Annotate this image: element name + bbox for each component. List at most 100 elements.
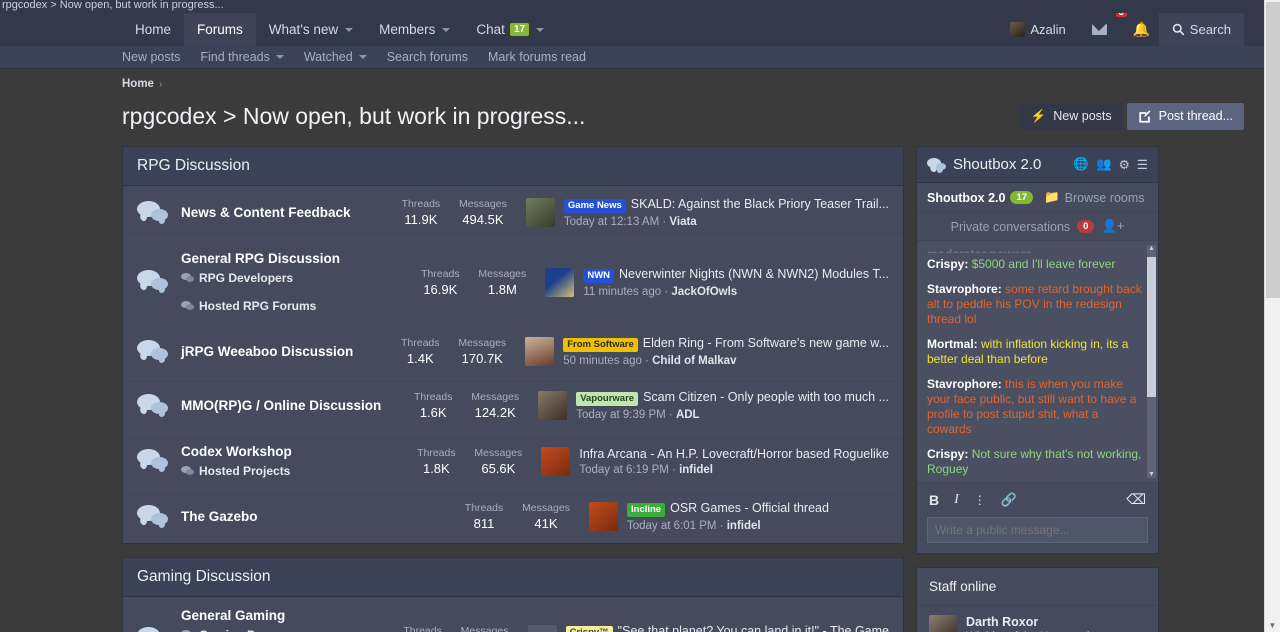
private-conversations-row[interactable]: Private conversations 0 👤+ bbox=[917, 213, 1158, 241]
shoutbox-scroll-down-arrow[interactable]: ▼ bbox=[1147, 471, 1156, 478]
shoutbox-message-author[interactable]: Mortmal: bbox=[927, 337, 978, 351]
shoutbox-widget: Shoutbox 2.0 🌐 👥 ⚙ ☰ Shoutbox 2.0 17 📁 B… bbox=[916, 146, 1159, 554]
user-menu-button[interactable]: Azalin bbox=[997, 13, 1078, 46]
search-button[interactable]: Search bbox=[1158, 13, 1244, 46]
more-options-icon[interactable]: ⋮ bbox=[974, 493, 986, 507]
alerts-button[interactable]: 🔔 3 bbox=[1115, 13, 1159, 46]
subforum-link[interactable]: RPG Developers bbox=[181, 271, 293, 285]
link-icon[interactable]: 🔗 bbox=[1001, 492, 1017, 508]
forum-row[interactable]: General Gaming Gaming Drama Giftstravaga… bbox=[123, 597, 903, 632]
shoutbox-message-author[interactable]: Stavrophore: bbox=[927, 377, 1002, 391]
forum-row[interactable]: The Gazebo Threads 811 Messages 41K Incl… bbox=[123, 490, 903, 543]
avatar[interactable] bbox=[525, 337, 555, 366]
italic-icon[interactable]: I bbox=[954, 492, 959, 508]
avatar[interactable] bbox=[525, 198, 555, 227]
thread-prefix-badge[interactable]: Incline bbox=[627, 503, 666, 517]
thread-title[interactable]: Infra Arcana - An H.P. Lovecraft/Horror … bbox=[579, 447, 889, 461]
forum-row[interactable]: General RPG Discussion RPG Developers Ho… bbox=[123, 240, 903, 325]
thread-prefix-badge[interactable]: Vapourware bbox=[576, 392, 639, 406]
avatar[interactable] bbox=[545, 267, 575, 297]
thread-title[interactable]: Neverwinter Nights (NWN & NWN2) Modules … bbox=[619, 267, 889, 281]
compose-icon bbox=[1138, 110, 1151, 123]
avatar-placeholder[interactable]: ? bbox=[527, 624, 557, 632]
threads-stat: Threads 10K bbox=[392, 625, 454, 632]
subnav-item-new-posts[interactable]: New posts bbox=[122, 50, 190, 64]
thread-author[interactable]: infidel bbox=[679, 464, 713, 476]
thread-prefix-badge[interactable]: Game News bbox=[563, 199, 626, 213]
subnav-item-mark-forums-read[interactable]: Mark forums read bbox=[478, 50, 596, 64]
forum-bubbles-icon bbox=[137, 200, 171, 225]
shoutbox-scrollbar[interactable]: ▲ ▼ bbox=[1147, 245, 1156, 478]
shoutbox-scroll-thumb[interactable] bbox=[1147, 257, 1156, 397]
forum-row[interactable]: Codex Workshop Hosted Projects Threads 1… bbox=[123, 433, 903, 490]
forum-name[interactable]: jRPG Weeaboo Discussion bbox=[181, 344, 389, 359]
sidebar: Shoutbox 2.0 🌐 👥 ⚙ ☰ Shoutbox 2.0 17 📁 B… bbox=[916, 146, 1159, 632]
nav-tab-forums[interactable]: Forums bbox=[184, 13, 256, 46]
avatar[interactable] bbox=[538, 391, 568, 420]
users-icon[interactable]: 👥 bbox=[1096, 157, 1112, 172]
eraser-icon[interactable]: ⌫ bbox=[1126, 491, 1146, 507]
nav-tab-members[interactable]: Members bbox=[366, 13, 463, 46]
forum-name[interactable]: General RPG Discussion bbox=[181, 251, 409, 266]
thread-title[interactable]: SKALD: Against the Black Priory Teaser T… bbox=[631, 197, 889, 211]
thread-author[interactable]: Child of Malkav bbox=[652, 355, 736, 367]
thread-author[interactable]: infidel bbox=[727, 520, 761, 532]
breadcrumb-home[interactable]: Home bbox=[122, 78, 154, 90]
thread-author[interactable]: JackOfOwls bbox=[671, 286, 737, 298]
thread-author[interactable]: ADL bbox=[676, 409, 700, 421]
thread-prefix-badge[interactable]: Crispy™ bbox=[565, 625, 613, 632]
forum-name[interactable]: News & Content Feedback bbox=[181, 205, 390, 220]
alerts-count-badge: 3 bbox=[1115, 13, 1127, 17]
menu-icon[interactable]: ☰ bbox=[1137, 157, 1148, 172]
forum-name[interactable]: The Gazebo bbox=[181, 509, 453, 524]
thread-prefix-badge[interactable]: NWN bbox=[583, 268, 615, 283]
subnav-item-watched[interactable]: Watched bbox=[294, 50, 377, 64]
scrollbar-down-arrow[interactable]: ▼ bbox=[1265, 621, 1280, 631]
thread-prefix-badge[interactable]: From Software bbox=[563, 338, 638, 352]
globe-icon[interactable]: 🌐 bbox=[1073, 157, 1089, 172]
subforum-link[interactable]: Hosted RPG Forums bbox=[181, 299, 316, 313]
shoutbox-message-author[interactable]: Crispy: bbox=[927, 447, 968, 461]
inbox-button[interactable] bbox=[1079, 13, 1120, 46]
staff-member-row[interactable]: Darth Roxor Wielder of the Huegpenis bbox=[917, 606, 1158, 632]
avatar[interactable] bbox=[929, 615, 957, 632]
shoutbox-message-list[interactable]: moderator powers Crispy: $5000 and I'll … bbox=[917, 241, 1158, 482]
forum-name[interactable]: MMO(RP)G / Online Discussion bbox=[181, 398, 402, 413]
subforum-link[interactable]: Gaming Drama bbox=[181, 628, 284, 632]
subnav-item-search-forums[interactable]: Search forums bbox=[377, 50, 478, 64]
thread-title[interactable]: Scam Citizen - Only people with too much… bbox=[643, 390, 889, 404]
shoutbox-message-author[interactable]: Crispy: bbox=[927, 257, 968, 271]
forum-name[interactable]: Codex Workshop bbox=[181, 444, 405, 459]
forum-name[interactable]: General Gaming bbox=[181, 608, 392, 623]
avatar[interactable] bbox=[589, 502, 618, 531]
shoutbox-scroll-up-arrow[interactable]: ▲ bbox=[1147, 245, 1156, 252]
forum-row[interactable]: MMO(RP)G / Online Discussion Threads 1.6… bbox=[123, 379, 903, 433]
thread-title[interactable]: OSR Games - Official thread bbox=[670, 501, 829, 515]
bold-icon[interactable]: B bbox=[929, 492, 939, 508]
post-thread-button[interactable]: Post thread... bbox=[1126, 102, 1244, 130]
browser-scrollbar[interactable]: ▲ ▼ bbox=[1264, 0, 1280, 632]
nav-tab-home[interactable]: Home bbox=[122, 13, 184, 46]
thread-title[interactable]: "See that planet? You can land in it!" -… bbox=[618, 624, 889, 632]
subforum-link[interactable]: Hosted Projects bbox=[181, 464, 290, 478]
new-posts-button[interactable]: ⚡ New posts bbox=[1019, 102, 1123, 130]
forum-row[interactable]: jRPG Weeaboo Discussion Threads 1.4K Mes… bbox=[123, 325, 903, 379]
browse-rooms-button[interactable]: 📁 Browse rooms bbox=[1044, 190, 1144, 205]
shoutbox-message-author[interactable]: Stavrophore: bbox=[927, 282, 1002, 296]
nav-tab-whats-new[interactable]: What's new bbox=[256, 13, 366, 46]
avatar[interactable] bbox=[541, 446, 571, 476]
thread-title[interactable]: Elden Ring - From Software's new game w.… bbox=[643, 336, 889, 350]
shoutbox-title-group: Shoutbox 2.0 bbox=[927, 156, 1041, 173]
staff-member-name[interactable]: Darth Roxor bbox=[966, 615, 1095, 629]
nav-tab-chat[interactable]: Chat 17 bbox=[463, 13, 557, 46]
thread-author[interactable]: Viata bbox=[669, 216, 696, 228]
forum-row[interactable]: News & Content Feedback Threads 11.9K Me… bbox=[123, 186, 903, 240]
subnav-item-find-threads[interactable]: Find threads bbox=[190, 50, 293, 64]
add-user-icon[interactable]: 👤+ bbox=[1101, 219, 1124, 234]
shoutbox-message-input[interactable] bbox=[927, 517, 1148, 543]
subforum-bubbles-icon bbox=[181, 273, 194, 283]
shoutbox-tab-active[interactable]: Shoutbox 2.0 17 bbox=[927, 191, 1034, 205]
scrollbar-thumb[interactable] bbox=[1266, 2, 1280, 298]
forum-category-block: Gaming Discussion General Gaming Gaming … bbox=[122, 557, 904, 632]
gears-icon[interactable]: ⚙ bbox=[1119, 157, 1130, 172]
